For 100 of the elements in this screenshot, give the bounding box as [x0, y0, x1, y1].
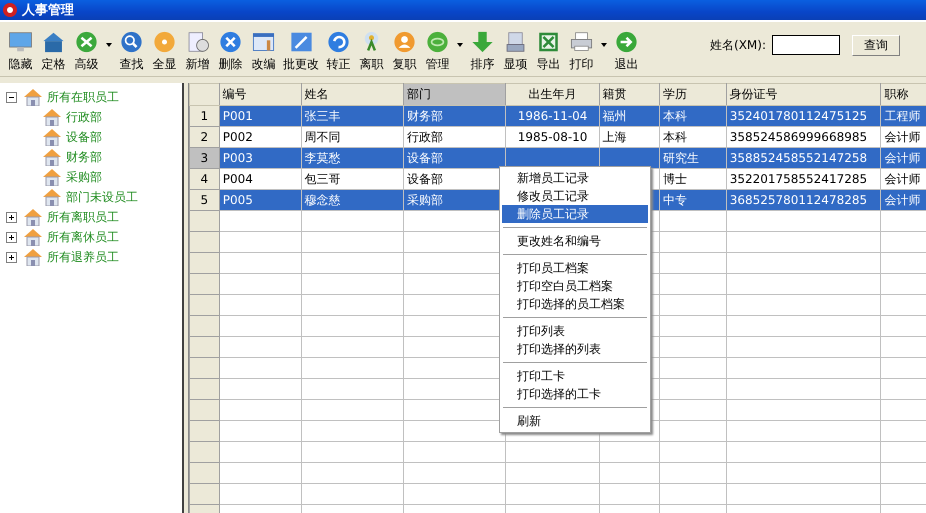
house-icon	[23, 88, 43, 106]
table-cell: 中专	[660, 190, 726, 210]
house-icon	[42, 168, 62, 186]
menu-item[interactable]: 删除员工记录	[502, 205, 648, 223]
toolbar-button[interactable]: 转正	[322, 25, 355, 73]
column-header[interactable]: 姓名	[301, 84, 404, 106]
toolbar-button[interactable]: 全显	[148, 25, 181, 73]
query-button[interactable]: 查询	[852, 34, 900, 56]
table-cell: P004	[219, 168, 302, 190]
row-header	[190, 336, 220, 358]
column-header[interactable]: 出生年月	[506, 84, 600, 106]
table-cell	[660, 462, 726, 484]
tree-item[interactable]: 所有离职员工	[47, 208, 119, 226]
column-header[interactable]: 职称	[880, 84, 926, 106]
house-icon	[23, 208, 43, 226]
table-cell: 设备部	[404, 148, 506, 168]
collapse-icon[interactable]	[6, 92, 17, 102]
table-cell	[660, 316, 726, 336]
row-header	[190, 210, 220, 232]
table-cell: 财务部	[404, 106, 506, 126]
table-cell: 1985-08-10	[506, 126, 600, 148]
table-cell	[599, 484, 660, 504]
table-cell: 包三哥	[301, 168, 404, 190]
menu-item[interactable]: 打印员工档案	[502, 259, 648, 277]
toolbar-button[interactable]: 管理	[421, 25, 466, 73]
menu-item[interactable]: 更改姓名和编号	[502, 232, 648, 250]
tree-item[interactable]: 所有退养员工	[47, 248, 119, 266]
monitor-icon	[7, 30, 34, 54]
tree-item[interactable]: 所有在职员工	[47, 88, 119, 106]
row-header[interactable]: 5	[190, 190, 220, 210]
column-header[interactable]: 编号	[219, 84, 302, 106]
menu-item[interactable]: 打印工卡	[502, 367, 648, 385]
toolbar-button[interactable]: 查找	[115, 25, 148, 73]
toolbar-button[interactable]: 高级	[70, 25, 115, 73]
row-header[interactable]: 4	[190, 168, 220, 190]
house-icon	[42, 148, 62, 166]
tree-item[interactable]: 所有离休员工	[47, 228, 119, 246]
toolbar-button[interactable]: 删除	[214, 25, 247, 73]
expand-icon[interactable]	[6, 232, 17, 242]
name-field[interactable]	[772, 35, 840, 55]
house-icon	[42, 108, 62, 126]
menu-item[interactable]: 打印选择的工卡	[502, 385, 648, 403]
table-cell: 352201758552417285	[726, 168, 881, 190]
row-header	[190, 442, 220, 462]
toolbar-button[interactable]: 离职	[355, 25, 388, 73]
toolbar-button[interactable]: 显项	[499, 25, 532, 73]
expand-icon[interactable]	[6, 252, 17, 262]
row-header	[190, 400, 220, 420]
row-header[interactable]: 2	[190, 126, 220, 148]
table-cell: 行政部	[404, 126, 506, 148]
menu-item[interactable]: 打印空白员工档案	[502, 277, 648, 295]
menu-item[interactable]: 打印选择的员工档案	[502, 295, 648, 313]
column-header[interactable]: 身份证号	[726, 84, 881, 106]
toolbar-button[interactable]: 批更改	[280, 25, 322, 73]
house-icon	[23, 228, 43, 246]
menu-item[interactable]: 打印选择的列表	[502, 340, 648, 358]
table-cell: 李莫愁	[301, 148, 404, 168]
row-header	[190, 378, 220, 400]
caret-icon[interactable]	[457, 43, 463, 47]
row-header	[190, 232, 220, 252]
row-header	[190, 358, 220, 378]
column-header[interactable]: 籍贯	[599, 84, 660, 106]
caret-icon[interactable]	[601, 43, 607, 47]
toolbar-button[interactable]: 新增	[181, 25, 214, 73]
caret-icon[interactable]	[106, 43, 112, 47]
toolbar-button[interactable]: 导出	[532, 25, 565, 73]
row-header[interactable]: 3	[190, 148, 220, 168]
table-cell: 会计师	[880, 148, 926, 168]
column-header[interactable]: 学历	[660, 84, 726, 106]
tree-item[interactable]: 设备部	[66, 128, 102, 146]
table-cell	[660, 378, 726, 400]
table-cell	[660, 420, 726, 442]
toolbar-button[interactable]: 定格	[37, 25, 70, 73]
window-icon	[250, 30, 277, 54]
toolbar-button[interactable]: 改编	[247, 25, 280, 73]
row-header	[190, 274, 220, 294]
row-header	[190, 420, 220, 442]
table-cell: 穆念慈	[301, 190, 404, 210]
toolbar-button[interactable]: 复职	[388, 25, 421, 73]
tree-item[interactable]: 部门未设员工	[66, 188, 138, 206]
toolbar-button[interactable]: 排序	[466, 25, 499, 73]
table-cell: 上海	[599, 126, 660, 148]
menu-item[interactable]: 打印列表	[502, 322, 648, 340]
table-cell: 工程师	[880, 106, 926, 126]
tree-item[interactable]: 行政部	[66, 108, 102, 126]
tree-item[interactable]: 财务部	[66, 148, 102, 166]
tree-item[interactable]: 采购部	[66, 168, 102, 186]
table-cell: 会计师	[880, 190, 926, 210]
toolbar-button[interactable]: 隐藏	[4, 25, 37, 73]
row-header[interactable]: 1	[190, 106, 220, 126]
table-cell	[660, 294, 726, 316]
expand-icon[interactable]	[6, 212, 17, 222]
table-cell	[660, 252, 726, 274]
toolbar-button[interactable]: 退出	[610, 25, 643, 73]
table-cell: 会计师	[880, 168, 926, 190]
menu-item[interactable]: 刷新	[502, 412, 648, 430]
toolbar-button[interactable]: 打印	[565, 25, 610, 73]
column-header[interactable]: 部门	[404, 84, 506, 106]
table-cell: 张三丰	[301, 106, 404, 126]
table-cell: 周不同	[301, 126, 404, 148]
